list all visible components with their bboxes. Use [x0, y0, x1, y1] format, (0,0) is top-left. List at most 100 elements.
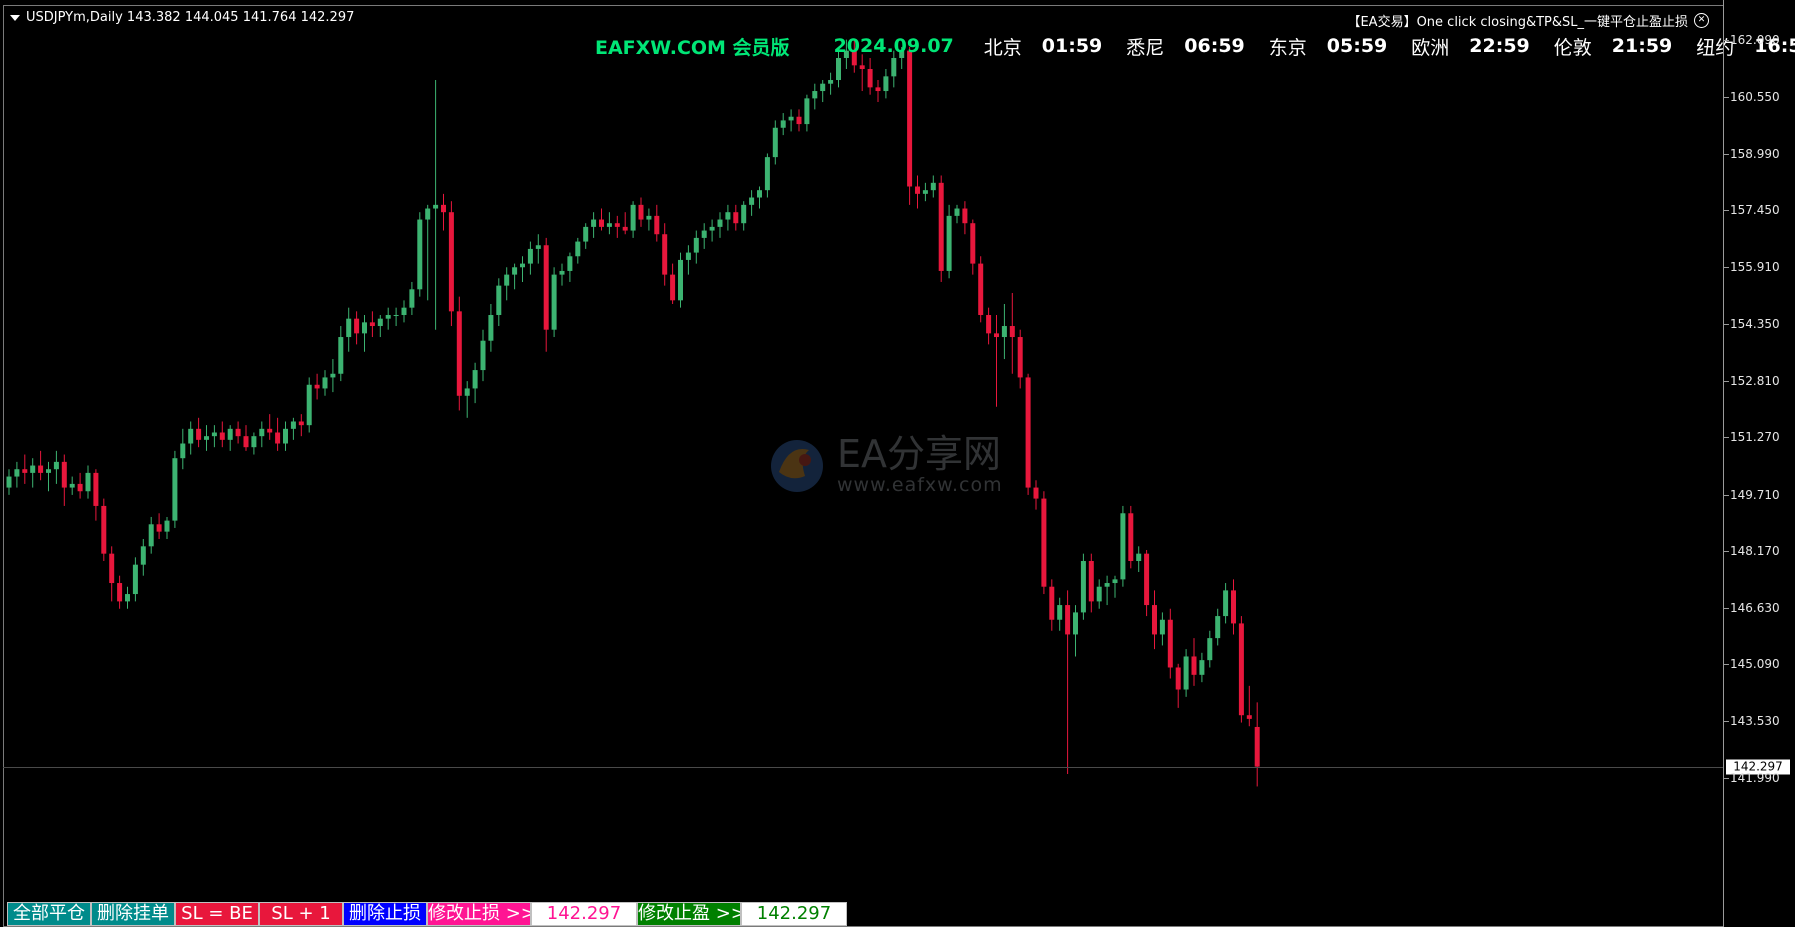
candle-bear [1025, 377, 1031, 488]
candle-bull [46, 469, 51, 473]
candle-bull [417, 219, 423, 290]
candle-bull [567, 256, 573, 271]
candle-bull [583, 226, 589, 242]
candle-bull [812, 91, 818, 99]
clock-time-europe: 22:59 [1469, 35, 1530, 57]
candle-bear [599, 219, 604, 227]
price-axis-label: 151.270 [1730, 430, 1780, 445]
candle-bear [219, 432, 225, 440]
price-axis[interactable]: 142.297 162.090 160.550 158.990 157.450 155.… [1723, 0, 1795, 927]
candle-bull [930, 182, 936, 191]
sl-plus-one-button[interactable]: SL + 1 [259, 902, 343, 926]
current-price-line [3, 767, 1723, 768]
candle-bull [393, 315, 399, 317]
tp-price-input[interactable]: 142.297 [741, 902, 847, 926]
candle-bull [1057, 605, 1063, 620]
price-axis-label: 158.990 [1730, 146, 1780, 161]
candlestick-chart[interactable] [0, 0, 1722, 927]
candle-bear [243, 436, 249, 448]
candle-bear [456, 311, 462, 396]
candle-bear [543, 245, 549, 330]
delete-pending-button[interactable]: 删除挂单 [91, 902, 175, 926]
candle-bear [978, 263, 984, 316]
candle-bull [464, 388, 470, 396]
candle-bear [970, 223, 976, 264]
candle-bull [709, 226, 715, 231]
candle-bear [915, 186, 920, 194]
price-axis-label: 157.450 [1730, 203, 1780, 218]
price-axis-label: 148.170 [1730, 544, 1780, 559]
candle-bull [164, 520, 170, 532]
candle-bull [425, 208, 431, 220]
candle-bull [883, 76, 889, 92]
candle-bull [385, 315, 391, 319]
candle-bear [61, 461, 67, 488]
candle-bull [1199, 660, 1205, 675]
candle-bull [520, 263, 525, 268]
candle-bull [1073, 612, 1078, 635]
candle-bull [764, 157, 770, 191]
candle-bull [188, 428, 194, 444]
candle-bear [196, 428, 202, 440]
candle-bear [1017, 337, 1023, 378]
price-axis-tick [1724, 96, 1729, 98]
candle-bull [1001, 326, 1007, 338]
candle-bull [1207, 638, 1213, 661]
ea-title-text: 【EA交易】One click closing&TP&SL_一键平仓止盈止损 [1347, 15, 1688, 30]
clock-time-beijing: 01:59 [1041, 35, 1103, 57]
candle-bull [1096, 586, 1102, 602]
clock-city-tokyo: 东京 [1268, 36, 1307, 59]
candle-bull [646, 215, 652, 220]
sl-breakeven-button[interactable]: SL = BE [175, 902, 259, 926]
candle-bull [954, 208, 960, 216]
candle-bull [180, 443, 186, 459]
candle-bull [828, 80, 834, 84]
candle-bull [338, 337, 344, 374]
candle-bull [211, 432, 217, 437]
candle-bear [907, 50, 913, 187]
candle-bull [14, 469, 20, 477]
candle-bear [662, 234, 668, 275]
sl-price-input[interactable]: 142.297 [531, 902, 637, 926]
candle-bull [1104, 583, 1110, 587]
candle-bear [441, 204, 446, 213]
candle-bear [962, 208, 968, 224]
symbol-header[interactable]: USDJPYm,Daily 143.382 144.045 141.764 14… [10, 10, 354, 25]
candle-bear [1033, 487, 1039, 499]
price-axis-tick [1724, 153, 1729, 155]
price-axis-tick [1724, 266, 1729, 268]
date-label: 2024.09.07 [833, 35, 954, 57]
candle-bear [93, 472, 99, 506]
candle-bull [725, 212, 731, 220]
modify-sl-button[interactable]: 修改止损 >> [427, 902, 531, 926]
candle-bear [1238, 623, 1244, 716]
candle-bull [69, 483, 75, 488]
close-icon[interactable]: ✕ [1694, 13, 1709, 28]
candle-bear [614, 223, 620, 227]
candle-bull [85, 472, 91, 492]
close-all-button[interactable]: 全部平仓 [7, 902, 91, 926]
candle-bull [1183, 656, 1189, 690]
info-bar: EAFXW.COM 会员版 2024.09.07 北京 01:59 悉尼 06:… [595, 33, 1795, 59]
candle-bear [354, 318, 360, 334]
price-axis-label: 141.990 [1730, 771, 1780, 785]
price-axis-label: 152.810 [1730, 373, 1780, 388]
candle-bull [804, 98, 810, 125]
dropdown-triangle-icon[interactable] [10, 14, 20, 21]
candle-bull [401, 307, 407, 316]
price-axis-tick [1724, 551, 1729, 553]
price-axis-label: 146.630 [1730, 600, 1780, 615]
candle-bull [1120, 513, 1126, 580]
candle-bull [251, 436, 257, 448]
candle-bull [1223, 590, 1229, 617]
candle-bull [53, 461, 59, 470]
candle-bull [377, 318, 383, 327]
price-axis-tick [1724, 778, 1729, 779]
modify-tp-button[interactable]: 修改止盈 >> [637, 902, 741, 926]
candle-bear [38, 465, 44, 473]
price-axis-label: 155.910 [1730, 259, 1780, 274]
delete-sl-button[interactable]: 删除止损 [343, 902, 427, 926]
price-axis-label: 162.090 [1730, 33, 1780, 47]
price-axis-tick [1724, 324, 1729, 326]
candle-bull [362, 322, 367, 334]
